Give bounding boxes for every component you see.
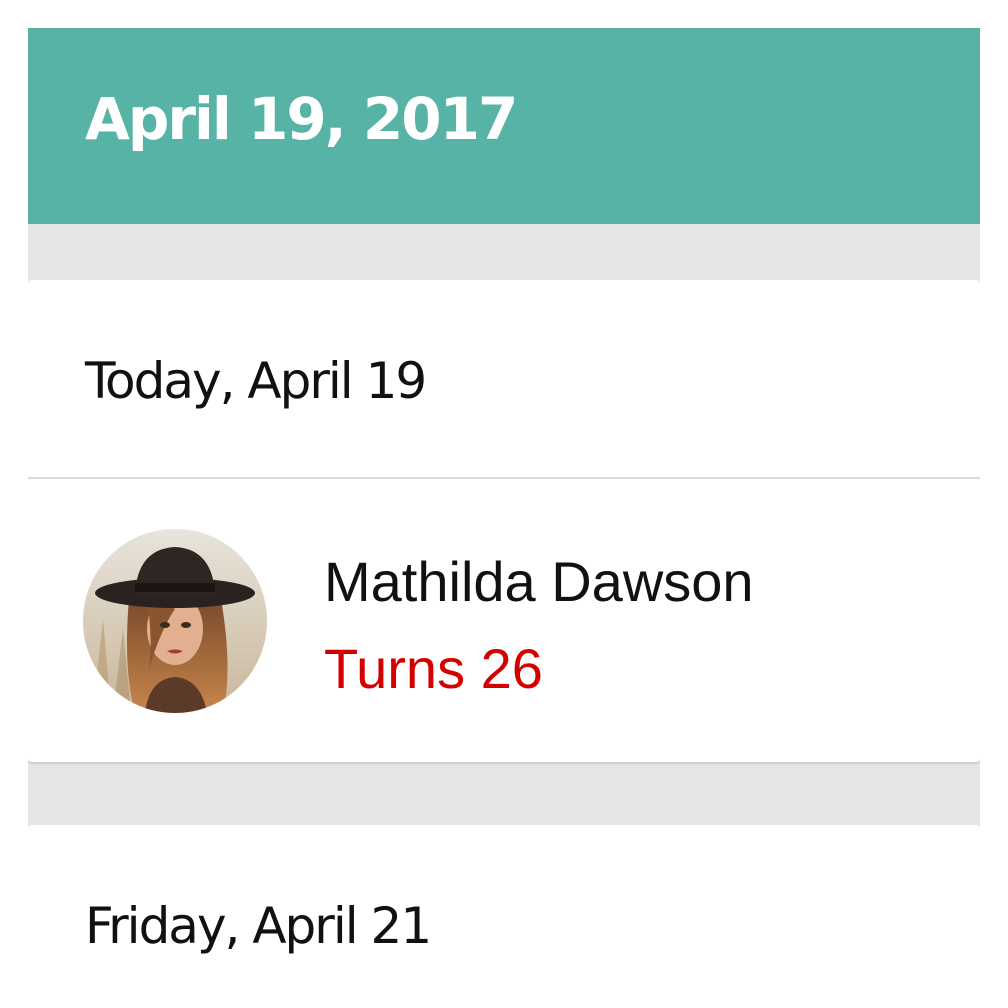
header-title: April 19, 2017 xyxy=(85,85,518,153)
day-label: Today, April 19 xyxy=(85,352,427,410)
header-bar: April 19, 2017 xyxy=(28,28,980,224)
app-screen: April 19, 2017 Today, April 19 Mathilda … xyxy=(28,28,980,1008)
birthday-list-item[interactable]: Mathilda Dawson Turns 26 xyxy=(28,479,980,762)
age-label: Turns 26 xyxy=(324,637,543,700)
day-label: Friday, April 21 xyxy=(85,897,432,955)
person-name: Mathilda Dawson xyxy=(324,550,754,613)
avatar-photo-icon xyxy=(83,529,267,713)
avatar xyxy=(83,529,267,713)
day-card: Friday, April 21 xyxy=(28,825,980,1008)
day-card: Today, April 19 Mathilda Dawson Turns 26 xyxy=(28,280,980,762)
